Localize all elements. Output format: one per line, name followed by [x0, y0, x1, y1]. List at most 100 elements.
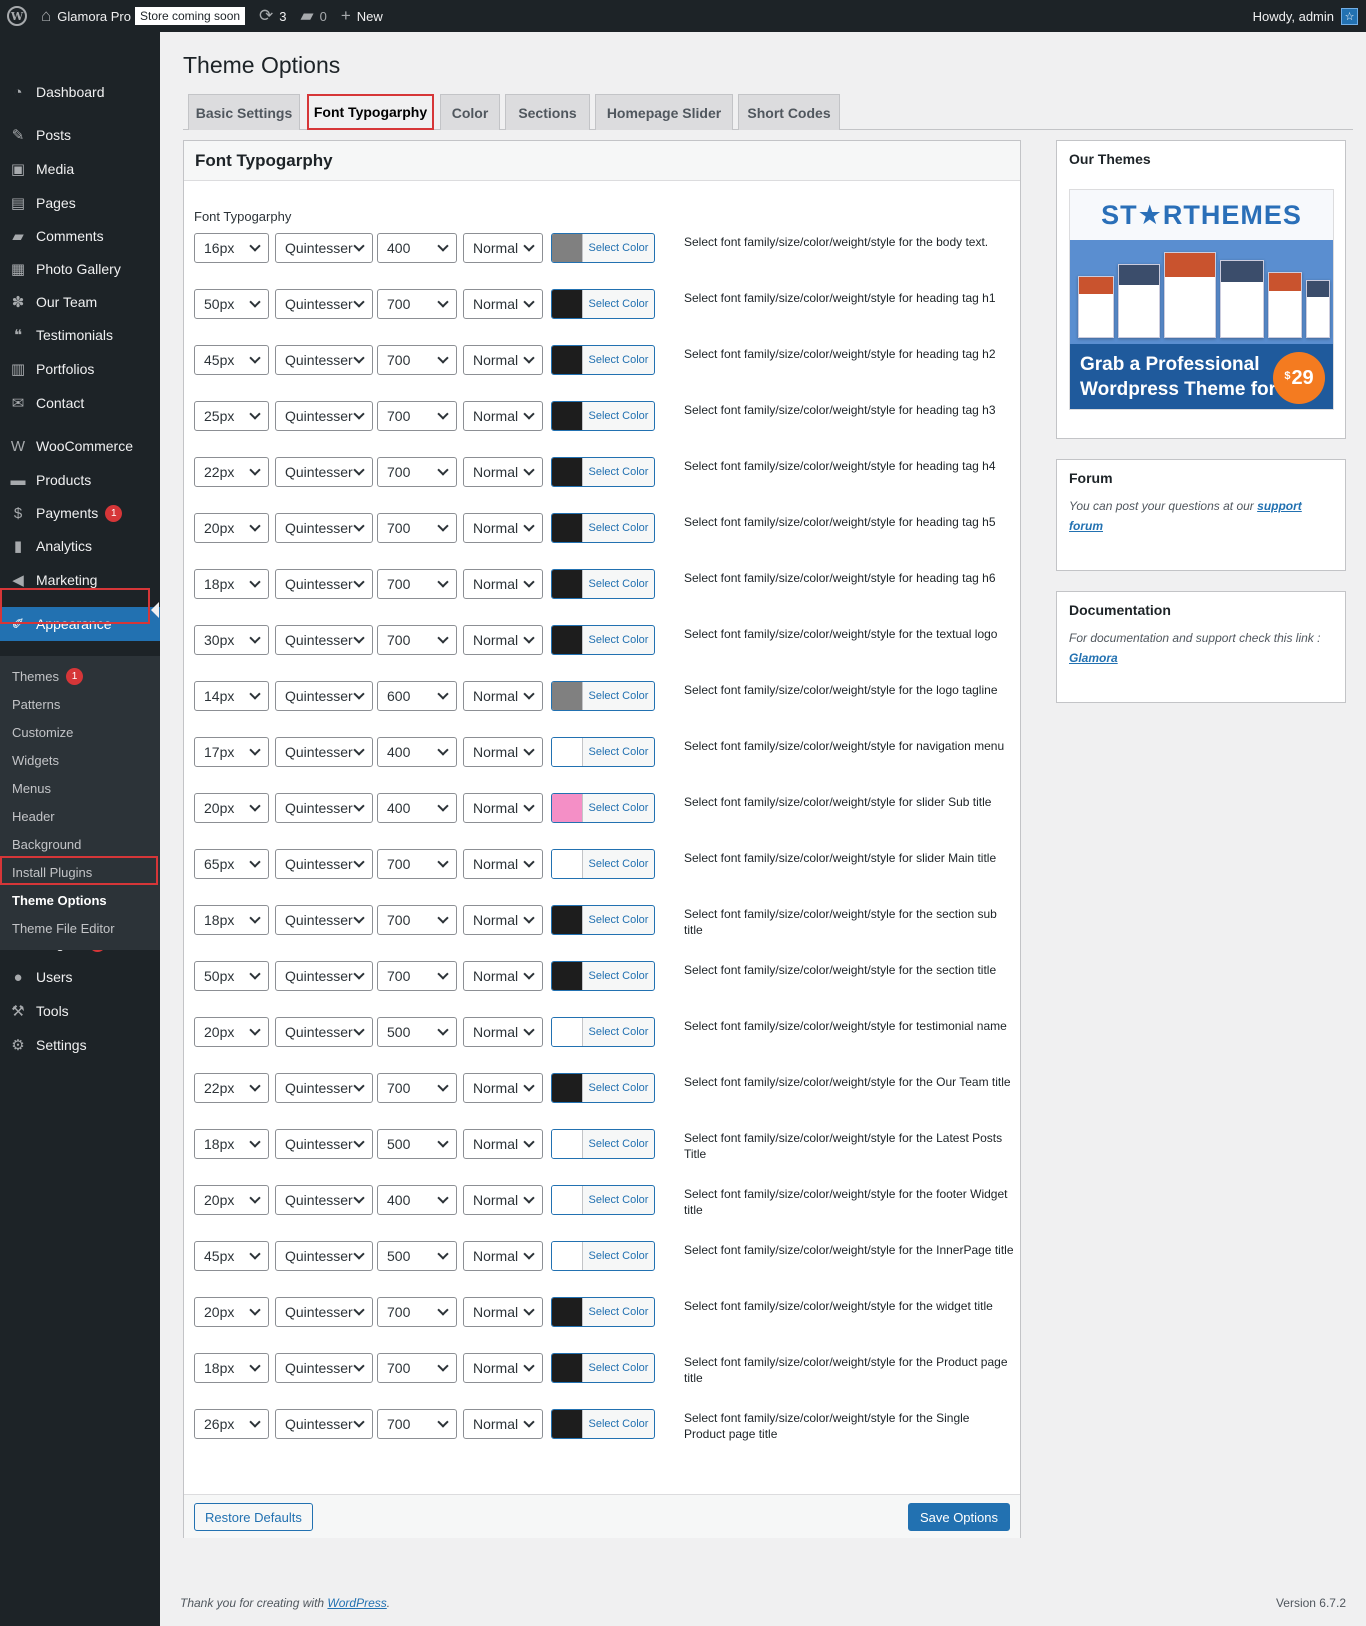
font-style-select[interactable]: Normal: [463, 625, 543, 655]
size-select[interactable]: 18px: [194, 1353, 269, 1383]
color-picker-button[interactable]: Select Color: [551, 793, 655, 823]
font-style-select[interactable]: Normal: [463, 1017, 543, 1047]
font-weight-select[interactable]: 400: [377, 737, 457, 767]
save-options-button[interactable]: Save Options: [907, 1503, 1010, 1531]
color-picker-button[interactable]: Select Color: [551, 1353, 655, 1383]
font-family-select[interactable]: Quintesser: [275, 1073, 373, 1103]
font-family-select[interactable]: Quintesser: [275, 1241, 373, 1271]
font-style-select[interactable]: Normal: [463, 513, 543, 543]
font-weight-select[interactable]: 700: [377, 513, 457, 543]
color-picker-button[interactable]: Select Color: [551, 1241, 655, 1271]
tab-color[interactable]: Color: [440, 94, 500, 130]
font-family-select[interactable]: Quintesser: [275, 681, 373, 711]
sidebar-item-comments[interactable]: ▰ Comments: [0, 219, 160, 253]
sidebar-item-our-team[interactable]: ✽ Our Team: [0, 285, 160, 319]
color-picker-button[interactable]: Select Color: [551, 1185, 655, 1215]
size-select[interactable]: 22px: [194, 1073, 269, 1103]
submenu-item-header[interactable]: Header: [12, 802, 55, 830]
font-family-select[interactable]: Quintesser: [275, 793, 373, 823]
sidebar-item-analytics[interactable]: ▮ Analytics: [0, 529, 160, 563]
sidebar-item-testimonials[interactable]: ❝ Testimonials: [0, 318, 160, 352]
color-picker-button[interactable]: Select Color: [551, 401, 655, 431]
size-select[interactable]: 65px: [194, 849, 269, 879]
font-family-select[interactable]: Quintesser: [275, 569, 373, 599]
submenu-item-background[interactable]: Background: [12, 830, 81, 858]
submenu-item-theme-file-editor[interactable]: Theme File Editor: [12, 914, 115, 942]
color-picker-button[interactable]: Select Color: [551, 681, 655, 711]
size-select[interactable]: 20px: [194, 1185, 269, 1215]
glamora-link[interactable]: Glamora: [1069, 651, 1118, 665]
color-picker-button[interactable]: Select Color: [551, 905, 655, 935]
wordpress-link[interactable]: WordPress: [327, 1596, 386, 1610]
site-name-menu[interactable]: ⌂ Glamora Pro Store coming soon: [34, 0, 252, 32]
font-style-select[interactable]: Normal: [463, 1185, 543, 1215]
restore-defaults-button[interactable]: Restore Defaults: [194, 1503, 313, 1531]
new-content-menu[interactable]: + New: [334, 0, 390, 32]
sidebar-item-settings[interactable]: ⚙ Settings: [0, 1028, 160, 1062]
font-family-select[interactable]: Quintesser: [275, 737, 373, 767]
size-select[interactable]: 26px: [194, 1409, 269, 1439]
size-select[interactable]: 30px: [194, 625, 269, 655]
color-picker-button[interactable]: Select Color: [551, 233, 655, 263]
tab-sections[interactable]: Sections: [505, 94, 590, 130]
font-weight-select[interactable]: 700: [377, 345, 457, 375]
font-style-select[interactable]: Normal: [463, 793, 543, 823]
size-select[interactable]: 20px: [194, 1297, 269, 1327]
font-family-select[interactable]: Quintesser: [275, 1185, 373, 1215]
font-weight-select[interactable]: 700: [377, 1409, 457, 1439]
sidebar-item-payments[interactable]: $ Payments 1: [0, 496, 160, 530]
font-family-select[interactable]: Quintesser: [275, 961, 373, 991]
font-style-select[interactable]: Normal: [463, 401, 543, 431]
font-family-select[interactable]: Quintesser: [275, 401, 373, 431]
font-weight-select[interactable]: 700: [377, 1073, 457, 1103]
color-picker-button[interactable]: Select Color: [551, 625, 655, 655]
color-picker-button[interactable]: Select Color: [551, 513, 655, 543]
font-style-select[interactable]: Normal: [463, 1241, 543, 1271]
updates-menu[interactable]: ⟳ 3: [252, 0, 293, 32]
font-style-select[interactable]: Normal: [463, 1073, 543, 1103]
color-picker-button[interactable]: Select Color: [551, 569, 655, 599]
sidebar-item-woocommerce[interactable]: W WooCommerce: [0, 429, 160, 463]
font-family-select[interactable]: Quintesser: [275, 345, 373, 375]
font-style-select[interactable]: Normal: [463, 737, 543, 767]
submenu-item-customize[interactable]: Customize: [12, 718, 73, 746]
font-style-select[interactable]: Normal: [463, 569, 543, 599]
color-picker-button[interactable]: Select Color: [551, 457, 655, 487]
font-weight-select[interactable]: 700: [377, 961, 457, 991]
size-select[interactable]: 18px: [194, 569, 269, 599]
font-weight-select[interactable]: 700: [377, 849, 457, 879]
font-weight-select[interactable]: 700: [377, 457, 457, 487]
color-picker-button[interactable]: Select Color: [551, 289, 655, 319]
font-style-select[interactable]: Normal: [463, 1409, 543, 1439]
size-select[interactable]: 45px: [194, 345, 269, 375]
color-picker-button[interactable]: Select Color: [551, 1129, 655, 1159]
font-family-select[interactable]: Quintesser: [275, 1017, 373, 1047]
font-style-select[interactable]: Normal: [463, 961, 543, 991]
font-style-select[interactable]: Normal: [463, 681, 543, 711]
color-picker-button[interactable]: Select Color: [551, 1297, 655, 1327]
font-weight-select[interactable]: 400: [377, 1185, 457, 1215]
sidebar-item-posts[interactable]: ✎ Posts: [0, 118, 160, 152]
submenu-item-install-plugins[interactable]: Install Plugins: [12, 858, 92, 886]
font-family-select[interactable]: Quintesser: [275, 1409, 373, 1439]
size-select[interactable]: 25px: [194, 401, 269, 431]
font-weight-select[interactable]: 700: [377, 625, 457, 655]
sidebar-item-products[interactable]: ▬ Products: [0, 463, 160, 497]
tab-homepage-slider[interactable]: Homepage Slider: [595, 94, 733, 130]
color-picker-button[interactable]: Select Color: [551, 345, 655, 375]
color-picker-button[interactable]: Select Color: [551, 961, 655, 991]
font-family-select[interactable]: Quintesser: [275, 905, 373, 935]
size-select[interactable]: 16px: [194, 233, 269, 263]
tab-basic-settings[interactable]: Basic Settings: [188, 94, 300, 130]
size-select[interactable]: 22px: [194, 457, 269, 487]
font-weight-select[interactable]: 700: [377, 905, 457, 935]
font-style-select[interactable]: Normal: [463, 1297, 543, 1327]
font-style-select[interactable]: Normal: [463, 289, 543, 319]
my-account-menu[interactable]: Howdy, admin ☆: [1246, 0, 1366, 32]
sidebar-item-marketing[interactable]: ◀ Marketing: [0, 563, 160, 597]
color-picker-button[interactable]: Select Color: [551, 1409, 655, 1439]
size-select[interactable]: 20px: [194, 1017, 269, 1047]
font-weight-select[interactable]: 700: [377, 1297, 457, 1327]
sidebar-item-appearance[interactable]: ✐ Appearance: [0, 607, 160, 641]
submenu-item-widgets[interactable]: Widgets: [12, 746, 59, 774]
